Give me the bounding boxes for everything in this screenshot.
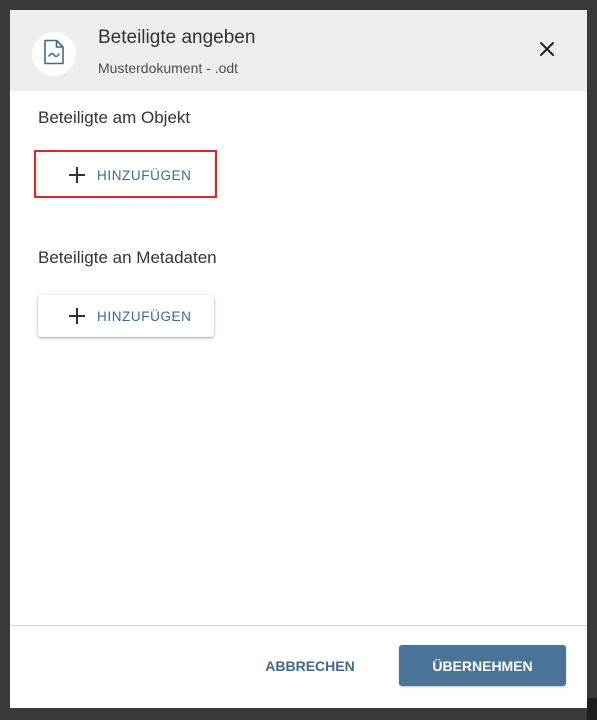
close-icon: [539, 41, 555, 62]
dialog-subtitle: Musterdokument - .odt: [98, 60, 239, 76]
window-corner: [587, 698, 597, 720]
document-avatar: [32, 32, 76, 76]
close-button[interactable]: [532, 36, 562, 66]
plus-icon: [68, 307, 86, 325]
dialog-title: Beteiligte angeben: [98, 27, 256, 48]
add-metadata-participant-button[interactable]: HINZUFÜGEN: [38, 295, 214, 337]
footer-divider: [10, 625, 587, 626]
add-button-label: HINZUFÜGEN: [97, 167, 192, 183]
participants-dialog: Beteiligte angeben Musterdokument - .odt…: [10, 10, 587, 708]
plus-icon: [68, 166, 86, 184]
add-button-label: HINZUFÜGEN: [97, 308, 192, 324]
apply-button[interactable]: ÜBERNEHMEN: [399, 645, 566, 686]
add-object-participant-button[interactable]: HINZUFÜGEN: [38, 154, 214, 196]
section-title-object-participants: Beteiligte am Objekt: [38, 108, 191, 127]
cancel-button[interactable]: ABBRECHEN: [254, 646, 366, 686]
document-icon: [43, 39, 65, 70]
dialog-header: Beteiligte angeben Musterdokument - .odt: [10, 10, 587, 91]
section-title-metadata-participants: Beteiligte an Metadaten: [38, 248, 217, 267]
screen-backdrop: Beteiligte angeben Musterdokument - .odt…: [0, 0, 597, 720]
